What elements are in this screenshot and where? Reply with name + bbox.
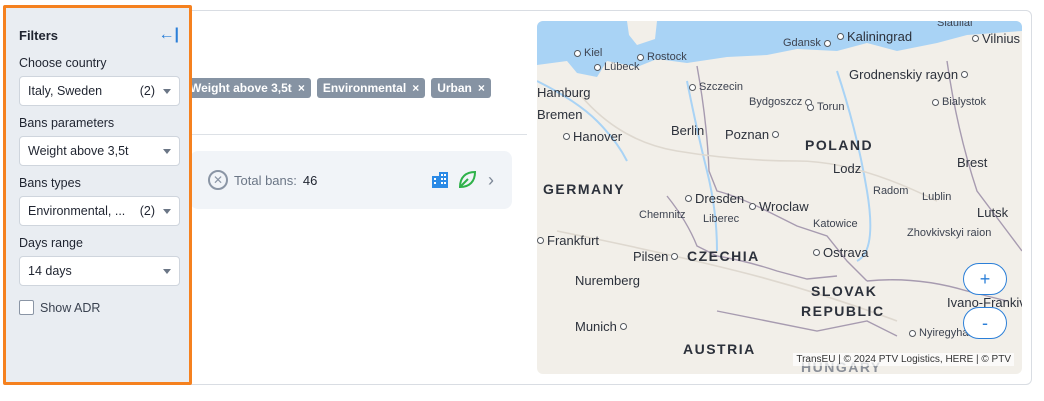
chevron-down-icon — [163, 88, 171, 94]
filters-header: Filters ←| — [19, 24, 179, 46]
country-label: Choose country — [19, 56, 107, 70]
bans-params-label: Bans parameters — [19, 116, 115, 130]
map-city-nuremberg: Nuremberg — [575, 273, 641, 288]
tag-close-icon[interactable]: × — [478, 81, 485, 95]
map-city-vilnius: Vilnius — [972, 31, 1020, 46]
map-city-katowice: Katowice — [813, 218, 858, 230]
map-city-grodno: Grodnenskiy rayon — [849, 67, 969, 82]
leaf-icon — [458, 170, 477, 189]
filter-tag-urban: Urban × — [431, 78, 491, 98]
divider — [190, 134, 527, 135]
map-country-czechia: CZECHIA — [687, 248, 760, 264]
map-country-austria: AUSTRIA — [683, 341, 756, 357]
chevron-down-icon — [163, 208, 171, 214]
map-city-berlin: Berlin — [671, 123, 705, 138]
map-attribution: TransEU | © 2024 PTV Logistics, HERE | ©… — [793, 353, 1014, 366]
bans-params-value: Weight above 3,5t — [28, 144, 129, 158]
country-select-value: Italy, Sweden — [28, 84, 103, 98]
map-city-gdansk: Gdansk — [783, 37, 831, 49]
days-range-select[interactable]: 14 days — [19, 256, 180, 286]
zoom-out-button[interactable]: - — [963, 307, 1007, 339]
map-country-slovak: SLOVAK — [811, 283, 878, 299]
map-city-lubeck: Lübeck — [594, 61, 639, 73]
filter-tag-label: Urban — [437, 81, 472, 95]
map-city-bialystok: Bialystok — [932, 96, 986, 108]
map-city-torun: Torun — [807, 101, 845, 113]
map-city-lublin: Lublin — [922, 191, 952, 203]
map-city-liberec: Liberec — [703, 213, 740, 225]
map-city-lodz: Lodz — [833, 161, 862, 176]
bans-params-select[interactable]: Weight above 3,5t — [19, 136, 180, 166]
active-filter-tags: Weight above 3,5t × Environmental × Urba… — [184, 78, 491, 98]
ban-type-icons: › — [430, 169, 512, 191]
total-bans-label: Total bans: — [234, 172, 297, 188]
map-city-brest: Brest — [957, 155, 988, 170]
show-adr-row[interactable]: Show ADR — [19, 300, 179, 315]
total-bans-row[interactable]: ✕ Total bans: 46 › — [190, 151, 512, 209]
bans-types-value: Environmental, ... — [28, 204, 126, 218]
filter-tag-label: Environmental — [322, 81, 407, 95]
bans-types-count: (2) — [139, 204, 155, 218]
map-city-poznan: Poznan — [725, 127, 780, 142]
chevron-down-icon — [163, 148, 171, 154]
days-range-value: 14 days — [28, 264, 72, 278]
map-country-republic: REPUBLIC — [801, 303, 885, 319]
map-city-chemnitz: Chemnitz — [639, 209, 686, 221]
map-country-germany: GERMANY — [543, 181, 626, 197]
map-city-pilsen: Pilsen — [633, 249, 679, 264]
map-city-zhovkivskyi: Zhovkivskyi raion — [907, 227, 992, 239]
show-adr-checkbox[interactable] — [19, 300, 34, 315]
bans-types-label: Bans types — [19, 176, 81, 190]
zoom-in-button[interactable]: + — [963, 263, 1007, 295]
map-city-rostock: Rostock — [637, 51, 687, 63]
days-range-label: Days range — [19, 236, 83, 250]
chevron-down-icon — [163, 268, 171, 274]
map-city-hanover: Hanover — [563, 129, 622, 144]
map-city-siauliai: Šiauliai — [937, 21, 973, 29]
map-city-radom: Radom — [873, 185, 909, 197]
filters-title: Filters — [19, 27, 59, 43]
filter-tag-environmental: Environmental × — [316, 78, 426, 98]
map-city-kaliningrad: Kaliningrad — [837, 29, 912, 44]
map-country-poland: POLAND — [805, 137, 874, 153]
map-city-lutsk: Lutsk — [977, 205, 1009, 220]
tag-close-icon[interactable]: × — [412, 81, 419, 95]
filter-tag-weight: Weight above 3,5t × — [184, 78, 311, 98]
cancel-circle-icon[interactable]: ✕ — [208, 170, 228, 190]
map-city-dresden: Dresden — [685, 191, 744, 206]
filters-panel: Filters ←| Choose country Italy, Sweden … — [3, 5, 192, 385]
map-city-bydgoszcz: Bydgoszcz — [749, 96, 813, 108]
map-city-frankfurt: Frankfurt — [537, 233, 599, 248]
map-city-bremen: Bremen — [537, 107, 583, 122]
bans-types-select[interactable]: Environmental, ... (2) — [19, 196, 180, 226]
chevron-right-icon[interactable]: › — [488, 170, 494, 191]
total-bans-value: 46 — [302, 172, 318, 188]
collapse-panel-icon[interactable]: ←| — [159, 26, 179, 44]
map-city-kiel: Kiel — [574, 47, 602, 59]
country-select-count: (2) — [139, 84, 155, 98]
map-city-wroclaw: Wroclaw — [749, 199, 809, 214]
map-city-szczecin: Szczecin — [689, 81, 743, 93]
map-city-hamburg: Hamburg — [537, 85, 591, 100]
filter-tag-label: Weight above 3,5t — [190, 81, 292, 95]
buildings-icon — [432, 172, 448, 188]
map-city-munich: Munich — [575, 319, 627, 334]
show-adr-label: Show ADR — [40, 300, 101, 315]
map-city-ostrava: Ostrava — [813, 245, 869, 260]
tag-close-icon[interactable]: × — [298, 81, 305, 95]
map-view[interactable]: Kiel Rostock Lübeck Gdansk Kaliningrad Š… — [537, 21, 1022, 374]
country-select[interactable]: Italy, Sweden (2) — [19, 76, 180, 106]
app-root: Weight above 3,5t × Environmental × Urba… — [0, 0, 1044, 401]
